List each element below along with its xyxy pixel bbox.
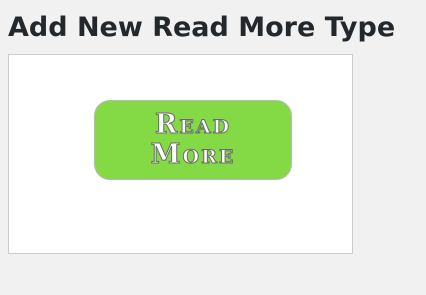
preview-box: Read More [8, 54, 353, 254]
page-title: Add New Read More Type [8, 12, 396, 43]
read-more-label: Read More [150, 109, 236, 170]
read-more-button[interactable]: Read More [94, 100, 292, 180]
